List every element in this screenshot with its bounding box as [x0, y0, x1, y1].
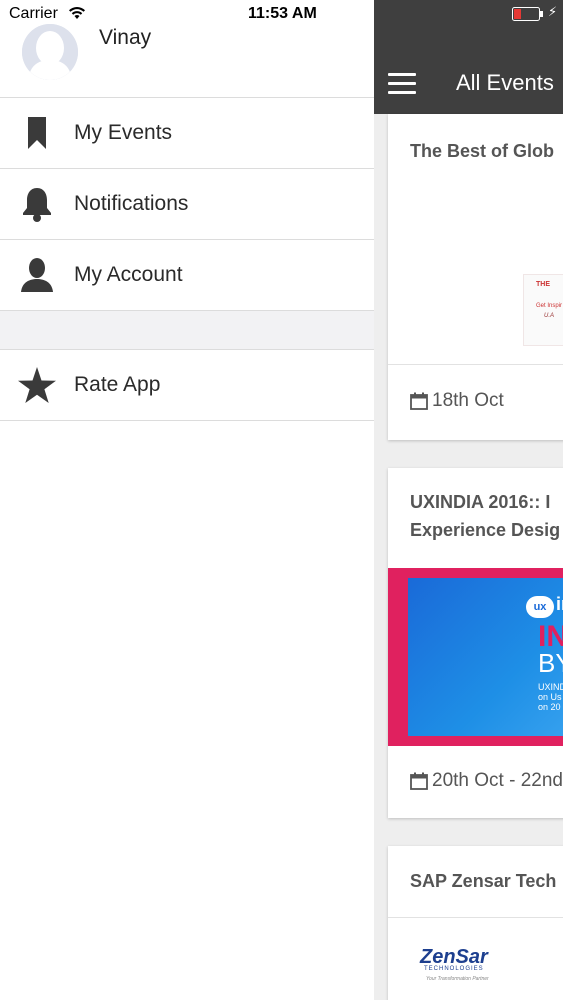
menu-item-notifications[interactable]: Notifications: [0, 168, 374, 239]
bell-icon: [18, 185, 56, 223]
event-banner: THE Get Inspir U.A: [523, 274, 563, 346]
event-title[interactable]: SAP Zensar Tech: [410, 867, 556, 895]
menu-bottom-divider: [0, 420, 374, 421]
app-bar: ⚡ All Events: [374, 0, 563, 114]
event-card[interactable]: SAP Zensar Tech ZenSar TECHNOLOGIES Your…: [388, 846, 563, 1000]
event-image[interactable]: ux in IN BY UXIND on Us on 20: [388, 568, 563, 746]
calendar-icon: [410, 392, 428, 410]
menu-item-label: My Account: [74, 263, 183, 286]
menu-section-divider: [0, 310, 374, 349]
menu-item-rate-app[interactable]: Rate App: [0, 349, 374, 420]
zensar-tagline: Your Transformation Partner: [426, 976, 489, 982]
star-icon: [18, 366, 56, 404]
zensar-logo-subtext: TECHNOLOGIES: [424, 966, 484, 972]
profile-header[interactable]: Vinay: [0, 18, 374, 98]
banner-text: Get Inspir: [536, 303, 563, 309]
menu-item-label: Notifications: [74, 192, 189, 215]
battery-icon: [512, 7, 544, 26]
person-icon: [18, 256, 56, 294]
banner-text: U.A: [544, 313, 555, 319]
event-card[interactable]: The Best of Glob THE Get Inspir U.A 18th…: [388, 114, 563, 440]
event-title-line: UXINDIA 2016:: I: [410, 492, 551, 512]
charging-icon: ⚡: [548, 4, 558, 19]
event-title-line: SAP Zensar Tech: [410, 871, 557, 891]
event-title-line: Experience Desig: [410, 520, 561, 540]
page-title: All Events: [456, 70, 554, 95]
event-banner: ux in IN BY UXIND on Us on 20: [408, 578, 563, 736]
events-screen: ⚡ All Events The Best of Glob THE Get In…: [374, 0, 563, 1000]
menu-item-label: My Events: [74, 121, 173, 144]
event-date-text: 20th Oct - 22nd: [432, 770, 563, 791]
event-title[interactable]: UXINDIA 2016:: I Experience Desig: [410, 488, 560, 544]
banner-text: BY: [538, 648, 563, 678]
calendar-icon: [410, 772, 428, 790]
event-date: 20th Oct - 22nd: [410, 770, 563, 792]
uxindia-logo: ux: [526, 596, 554, 618]
navigation-drawer: Carrier 11:53 AM Vinay My Events Notific…: [0, 0, 375, 1000]
menu-item-my-account[interactable]: My Account: [0, 239, 374, 310]
banner-text: UXIND on Us on 20: [538, 682, 563, 712]
event-image[interactable]: THE Get Inspir U.A: [388, 186, 563, 364]
profile-name: Vinay: [99, 26, 152, 49]
event-card[interactable]: UXINDIA 2016:: I Experience Desig ux in …: [388, 468, 563, 818]
menu-item-my-events[interactable]: My Events: [0, 97, 374, 168]
bookmark-icon: [18, 114, 56, 152]
card-divider: [388, 917, 563, 918]
banner-text: THE: [536, 281, 550, 288]
event-date: 18th Oct: [410, 390, 504, 412]
event-date-text: 18th Oct: [432, 390, 504, 411]
menu-item-label: Rate App: [74, 373, 161, 396]
event-title[interactable]: The Best of Glob: [410, 137, 554, 165]
menu-toggle-icon[interactable]: [388, 73, 416, 95]
person-silhouette-icon: [22, 24, 78, 80]
avatar[interactable]: [22, 24, 78, 80]
event-title-line: The Best of Glob: [410, 141, 554, 161]
drawer-menu: My Events Notifications My Account Rate …: [0, 97, 374, 421]
banner-text: in: [556, 594, 563, 614]
card-divider: [388, 364, 563, 365]
